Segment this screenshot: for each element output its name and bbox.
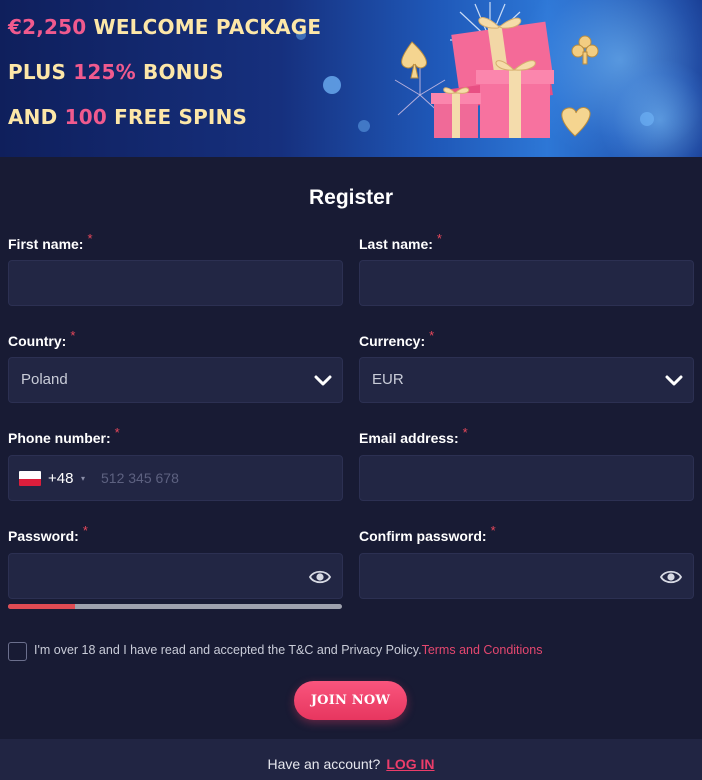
currency-label-text: Currency:: [359, 333, 426, 349]
banner-headline-3: AND 100 FREE SPINS: [8, 105, 247, 129]
last-name-field[interactable]: [359, 260, 694, 306]
phone-label-text: Phone number:: [8, 430, 111, 446]
email-label: Email address: *: [359, 425, 468, 446]
dial-code[interactable]: +48: [48, 470, 73, 487]
have-account-text: Have an account?: [267, 756, 381, 772]
bokeh-dot: [640, 112, 654, 126]
dial-code-caret-icon[interactable]: ▾: [81, 474, 85, 483]
bokeh-dot: [358, 120, 370, 132]
phone-field[interactable]: +48 ▾ 512 345 678: [8, 455, 343, 501]
required-mark: *: [87, 231, 93, 246]
currency-label: Currency: *: [359, 328, 434, 349]
eye-icon[interactable]: [309, 567, 331, 587]
terms-link[interactable]: Terms and Conditions: [422, 643, 543, 657]
gift-box-small: [431, 87, 481, 138]
required-mark: *: [429, 328, 435, 343]
join-now-button[interactable]: JOIN NOW: [294, 681, 407, 720]
country-select[interactable]: Poland: [8, 357, 343, 403]
first-name-label-text: First name:: [8, 236, 84, 252]
consent-text: I'm over 18 and I have read and accepted…: [34, 643, 542, 657]
chevron-down-icon: [314, 375, 332, 386]
eye-icon[interactable]: [660, 567, 682, 587]
required-mark: *: [490, 523, 496, 538]
password-label: Password: *: [8, 523, 88, 544]
password-label-text: Password:: [8, 528, 79, 544]
banner-headline-1: €2,250 WELCOME PACKAGE: [8, 15, 321, 39]
password-strength-meter: [8, 604, 342, 609]
spins-count: 100: [64, 105, 107, 129]
currency-select[interactable]: EUR: [359, 357, 694, 403]
first-name-field[interactable]: [8, 260, 343, 306]
welcome-amount: €2,250: [8, 15, 87, 39]
consent-statement: I'm over 18 and I have read and accepted…: [34, 643, 422, 657]
email-label-text: Email address:: [359, 430, 459, 446]
welcome-text: WELCOME PACKAGE: [86, 15, 322, 39]
register-title: Register: [308, 186, 394, 209]
promo-banner[interactable]: €2,250 WELCOME PACKAGE PLUS 125% BONUS A…: [0, 0, 702, 157]
required-mark: *: [114, 425, 120, 440]
banner-headline-2: PLUS 125% BONUS: [8, 60, 224, 84]
spins-prefix: AND: [8, 105, 65, 129]
bonus-suffix: BONUS: [135, 60, 224, 84]
poland-flag-icon[interactable]: [19, 471, 41, 486]
consent-checkbox[interactable]: [8, 642, 27, 661]
bonus-percent: 125%: [73, 60, 136, 84]
required-mark: *: [82, 523, 88, 538]
gift-boxes-illustration: [394, 2, 599, 138]
last-name-label-text: Last name:: [359, 236, 433, 252]
bokeh-dot: [323, 76, 341, 94]
required-mark: *: [436, 231, 442, 246]
heart-icon: [561, 107, 591, 137]
country-label: Country: *: [8, 328, 75, 349]
last-name-label: Last name: *: [359, 231, 442, 252]
first-name-label: First name: *: [8, 231, 93, 252]
gift-box-front: [476, 60, 554, 138]
phone-placeholder: 512 345 678: [101, 470, 179, 486]
confirm-password-label-text: Confirm password:: [359, 528, 487, 544]
spins-suffix: FREE SPINS: [106, 105, 248, 129]
confirm-password-label: Confirm password: *: [359, 523, 496, 544]
confirm-password-field[interactable]: [359, 553, 694, 599]
password-strength-fill: [8, 604, 75, 609]
login-footer: Have an account? LOG IN: [0, 739, 702, 780]
bonus-prefix: PLUS: [8, 60, 74, 84]
login-link[interactable]: LOG IN: [386, 756, 434, 772]
spade-icon: [401, 41, 427, 79]
chevron-down-icon: [665, 375, 683, 386]
required-mark: *: [462, 425, 468, 440]
club-icon: [571, 35, 599, 65]
required-mark: *: [70, 328, 76, 343]
country-label-text: Country:: [8, 333, 67, 349]
currency-value: EUR: [372, 371, 404, 388]
phone-label: Phone number: *: [8, 425, 120, 446]
country-value: Poland: [21, 371, 68, 388]
email-field[interactable]: [359, 455, 694, 501]
password-field[interactable]: [8, 553, 343, 599]
